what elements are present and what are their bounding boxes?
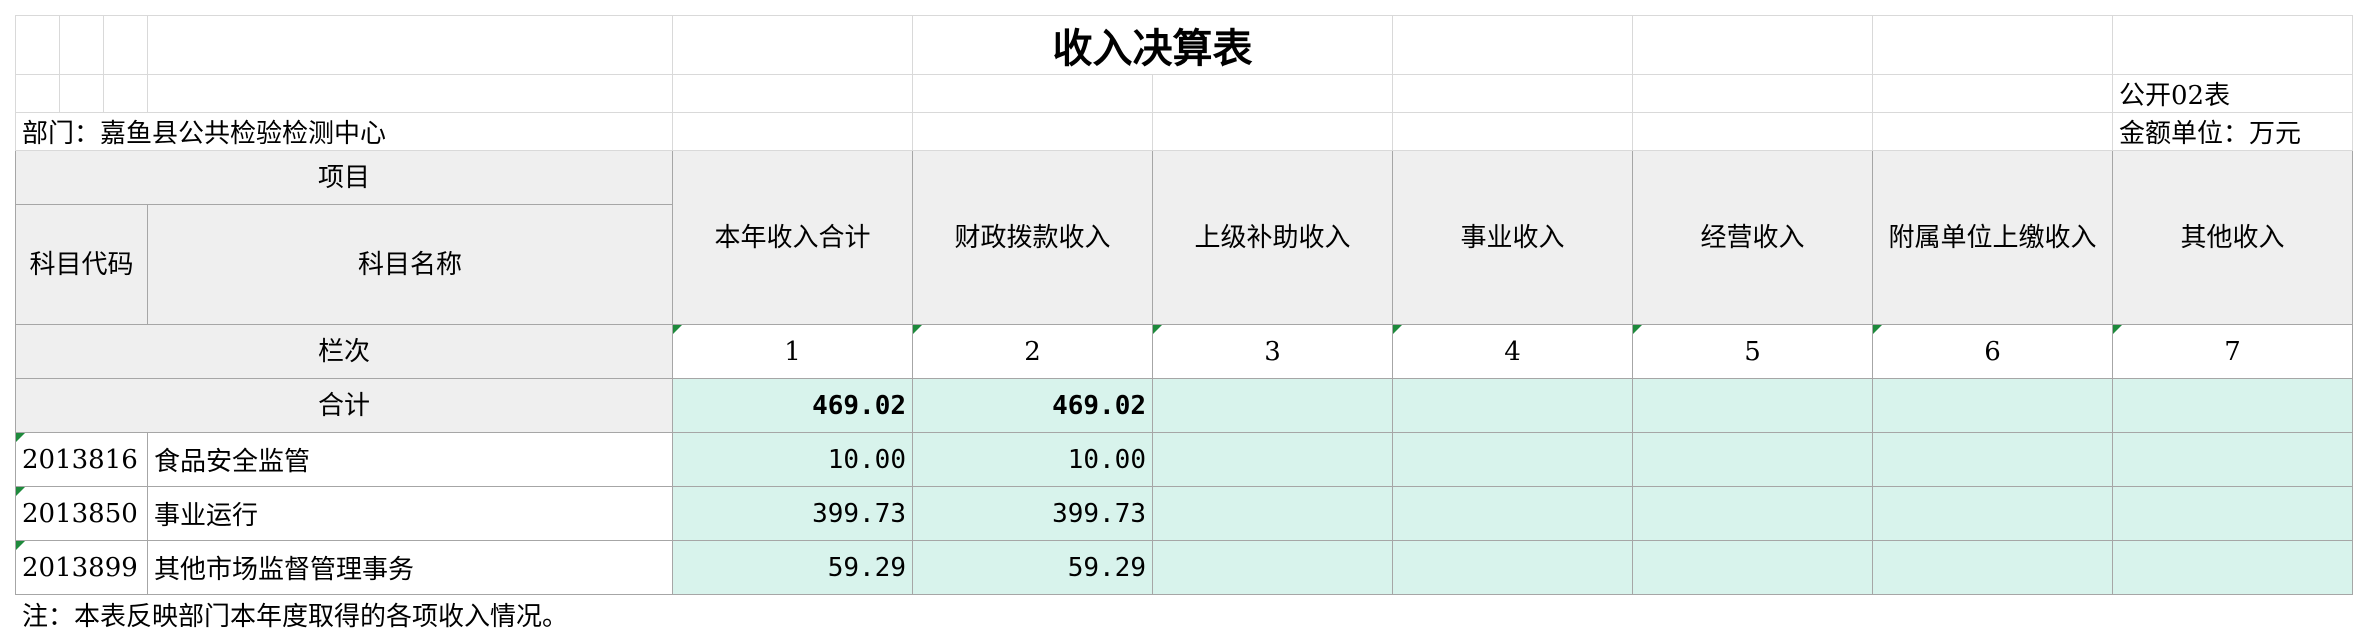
col-header-fiscal: 财政拨款收入 bbox=[912, 150, 1153, 325]
page-title: 收入决算表 bbox=[912, 15, 1393, 75]
table-row: 2013816 食品安全监管 10.00 10.00 bbox=[15, 432, 2353, 487]
amount-cell: 399.73 bbox=[912, 486, 1153, 541]
amount-cell: 10.00 bbox=[672, 432, 913, 487]
total-label: 合计 bbox=[15, 378, 673, 433]
amount-cell bbox=[1872, 540, 2113, 595]
index-number: 5 bbox=[1632, 324, 1873, 379]
total-cell bbox=[1872, 378, 2113, 433]
department-label: 部门：嘉鱼县公共检验检测中心 bbox=[15, 112, 673, 151]
amount-cell: 399.73 bbox=[672, 486, 913, 541]
total-row: 合计 469.02 469.02 bbox=[15, 378, 2353, 433]
table-row: 2013850 事业运行 399.73 399.73 bbox=[15, 486, 2353, 541]
total-cell bbox=[1392, 378, 1633, 433]
col-header-other: 其他收入 bbox=[2112, 150, 2353, 325]
index-number: 7 bbox=[2112, 324, 2353, 379]
amount-cell bbox=[1152, 540, 1393, 595]
amount-cell: 59.29 bbox=[672, 540, 913, 595]
table-row: 2013899 其他市场监督管理事务 59.29 59.29 bbox=[15, 540, 2353, 595]
amount-cell bbox=[1392, 432, 1633, 487]
index-number: 1 bbox=[672, 324, 913, 379]
total-cell bbox=[1632, 378, 1873, 433]
form-code: 公开02表 bbox=[2112, 74, 2353, 113]
col-header-business: 事业收入 bbox=[1392, 150, 1633, 325]
item-header: 项目 bbox=[15, 150, 673, 205]
subject-name: 其他市场监督管理事务 bbox=[147, 540, 673, 595]
unit-label: 金额单位：万元 bbox=[2112, 112, 2353, 151]
amount-cell bbox=[2112, 486, 2353, 541]
index-label: 栏次 bbox=[15, 324, 673, 379]
index-number: 6 bbox=[1872, 324, 2113, 379]
amount-cell bbox=[1392, 540, 1633, 595]
amount-cell bbox=[1872, 486, 2113, 541]
amount-cell: 10.00 bbox=[912, 432, 1153, 487]
col-header-total: 本年收入合计 bbox=[672, 150, 913, 325]
amount-cell bbox=[1632, 432, 1873, 487]
subject-code: 2013899 bbox=[15, 540, 148, 595]
amount-cell bbox=[1632, 540, 1873, 595]
code-header: 科目代码 bbox=[15, 204, 148, 325]
amount-cell bbox=[1632, 486, 1873, 541]
subject-code: 2013816 bbox=[15, 432, 148, 487]
amount-cell bbox=[2112, 540, 2353, 595]
total-cell bbox=[2112, 378, 2353, 433]
total-cell: 469.02 bbox=[672, 378, 913, 433]
income-settlement-table: 收入决算表 公开02表 部门：嘉鱼县公共检验检测中心 金额单位：万元 项目 本年… bbox=[15, 15, 2353, 595]
index-number: 3 bbox=[1152, 324, 1393, 379]
subject-code: 2013850 bbox=[15, 486, 148, 541]
index-number: 4 bbox=[1392, 324, 1633, 379]
total-cell: 469.02 bbox=[912, 378, 1153, 433]
col-header-operating: 经营收入 bbox=[1632, 150, 1873, 325]
index-number: 2 bbox=[912, 324, 1153, 379]
amount-cell bbox=[1152, 486, 1393, 541]
amount-cell bbox=[1872, 432, 2113, 487]
amount-cell bbox=[1392, 486, 1633, 541]
amount-cell bbox=[2112, 432, 2353, 487]
col-header-affiliated: 附属单位上缴收入 bbox=[1872, 150, 2113, 325]
name-header: 科目名称 bbox=[147, 204, 673, 325]
subject-name: 食品安全监管 bbox=[147, 432, 673, 487]
amount-cell: 59.29 bbox=[912, 540, 1153, 595]
subject-name: 事业运行 bbox=[147, 486, 673, 541]
amount-cell bbox=[1152, 432, 1393, 487]
total-cell bbox=[1152, 378, 1393, 433]
table-note: 注：本表反映部门本年度取得的各项收入情况。 bbox=[22, 602, 569, 632]
col-header-superior-subsidy: 上级补助收入 bbox=[1152, 150, 1393, 325]
